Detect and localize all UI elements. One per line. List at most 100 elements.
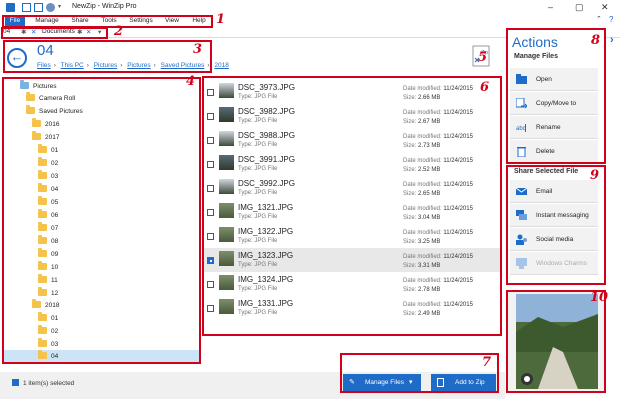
tree-item-2018-02[interactable]: 02 <box>38 325 58 337</box>
pin-tab-icon[interactable]: ✱ <box>77 28 82 36</box>
tree-item-2017-01[interactable]: 01 <box>38 144 58 156</box>
file-row-selected[interactable]: IMG_1323.JPG Type: JPG File Date modifie… <box>203 248 501 272</box>
tree-item-2017-06[interactable]: 06 <box>38 209 58 221</box>
customize-dropdown-icon[interactable]: ▾ <box>58 3 67 12</box>
file-size: Size: 3.25 MB <box>403 239 441 245</box>
file-checkbox[interactable] <box>207 161 214 168</box>
instant-messaging-button[interactable]: Instant messaging <box>510 204 598 227</box>
copy-move-button[interactable]: Copy/Move to <box>510 92 598 115</box>
file-row[interactable]: IMG_1321.JPG Type: JPG File Date modifie… <box>203 200 501 224</box>
tree-item-2017-02[interactable]: 02 <box>38 157 58 169</box>
save-icon[interactable] <box>22 3 31 12</box>
file-checkbox[interactable] <box>207 137 214 144</box>
delete-button[interactable]: Delete <box>510 140 598 163</box>
file-name: DSC_3991.JPG <box>238 155 295 164</box>
tree-item-2018-04[interactable]: 04 <box>3 350 200 362</box>
file-row[interactable]: IMG_1324.JPG Type: JPG File Date modifie… <box>203 272 501 296</box>
tree-item-2017-03[interactable]: 03 <box>38 170 58 182</box>
tree-item-2017-09[interactable]: 09 <box>38 248 58 260</box>
help-icon[interactable]: ? <box>609 15 613 24</box>
breadcrumb-item[interactable]: Saved Pictures <box>161 62 205 69</box>
ribbon-collapse-icon[interactable]: ⌃ <box>596 15 602 23</box>
breadcrumb-item[interactable]: Files <box>37 62 51 69</box>
file-checkbox-checked[interactable] <box>207 257 214 264</box>
menu-share[interactable]: Share <box>68 17 92 26</box>
close-tab-icon[interactable]: ✕ <box>31 28 36 36</box>
tab-dropdown-icon[interactable]: ▾ <box>98 28 101 36</box>
tree-item-2017-12[interactable]: 12 <box>38 287 58 299</box>
close-documents-tab-icon[interactable]: ✕ <box>86 28 91 36</box>
file-row[interactable]: IMG_1331.JPG Type: JPG File Date modifie… <box>203 296 501 320</box>
back-button[interactable]: ← <box>7 48 27 68</box>
tree-item-2017-11[interactable]: 11 <box>38 274 58 286</box>
tree-item-camera-roll[interactable]: Camera Roll <box>26 92 75 104</box>
folder-icon <box>26 92 35 101</box>
file-checkbox[interactable] <box>207 209 214 216</box>
folder-icon <box>32 299 41 308</box>
tree-item-2017-04[interactable]: 04 <box>38 183 58 195</box>
tree-item-pictures[interactable]: Pictures <box>20 80 56 92</box>
file-row[interactable]: IMG_1322.JPG Type: JPG File Date modifie… <box>203 224 501 248</box>
manage-files-dropdown-icon[interactable]: ▾ <box>409 378 413 386</box>
social-media-button[interactable]: Social media <box>510 228 598 251</box>
save-as-icon[interactable] <box>34 3 43 12</box>
pin-icon[interactable]: ✱ <box>21 28 26 36</box>
tree-item-2016[interactable]: 2016 <box>32 118 59 130</box>
file-name: IMG_1323.JPG <box>238 251 294 260</box>
tree-item-2018[interactable]: 2018 <box>32 299 59 311</box>
breadcrumb-item[interactable]: Pictures <box>94 62 117 69</box>
panel-collapse-chevron-icon[interactable]: › <box>610 34 614 46</box>
tab-documents[interactable]: Documents <box>42 28 75 35</box>
undo-icon[interactable] <box>46 3 55 12</box>
file-checkbox[interactable] <box>207 233 214 240</box>
file-name: DSC_3982.JPG <box>238 107 295 116</box>
file-modified: Date modified: 11/24/2015 <box>403 254 473 260</box>
file-row[interactable]: DSC_3988.JPG Type: JPG File Date modifie… <box>203 128 501 152</box>
open-button[interactable]: Open <box>510 68 598 91</box>
file-row[interactable]: DSC_3991.JPG Type: JPG File Date modifie… <box>203 152 501 176</box>
breadcrumb-item[interactable]: Pictures <box>127 62 150 69</box>
minimize-icon[interactable]: – <box>548 2 553 12</box>
file-size: Size: 2.78 MB <box>403 287 441 293</box>
tree-item-2017-07[interactable]: 07 <box>38 222 58 234</box>
tree-item-2018-01[interactable]: 01 <box>38 312 58 324</box>
tree-item-2017-10[interactable]: 10 <box>38 261 58 273</box>
email-button[interactable]: Email <box>510 180 598 203</box>
manage-files-button[interactable]: ✎ Manage Files ▾ <box>343 374 421 391</box>
close-icon[interactable]: ✕ <box>601 2 609 13</box>
breadcrumb-item[interactable]: This PC <box>61 62 84 69</box>
file-checkbox[interactable] <box>207 305 214 312</box>
folder-icon <box>26 105 35 114</box>
file-row[interactable]: DSC_3992.JPG Type: JPG File Date modifie… <box>203 176 501 200</box>
file-size: Size: 2.52 MB <box>403 167 441 173</box>
tree-item-saved-pictures[interactable]: Saved Pictures <box>26 105 83 117</box>
menu-file[interactable]: File <box>5 17 25 26</box>
tree-item-2017[interactable]: 2017 <box>32 131 59 143</box>
file-checkbox[interactable] <box>207 89 214 96</box>
file-checkbox[interactable] <box>207 185 214 192</box>
breadcrumb-item[interactable]: 2018 <box>214 62 228 69</box>
window-title: NewZip - WinZip Pro <box>72 3 137 10</box>
menu-help[interactable]: Help <box>188 17 210 26</box>
folder-icon <box>38 209 47 218</box>
menu-settings[interactable]: Settings <box>126 17 156 26</box>
file-thumbnail <box>219 299 234 314</box>
file-row[interactable]: DSC_3973.JPG Type: JPG File Date modifie… <box>203 80 501 104</box>
file-checkbox[interactable] <box>207 281 214 288</box>
menu-manage[interactable]: Manage <box>32 17 62 26</box>
tree-item-2018-03[interactable]: 03 <box>38 338 58 350</box>
rename-button[interactable]: abc Rename <box>510 116 598 139</box>
file-thumbnail <box>219 203 234 218</box>
folder-icon <box>38 144 47 153</box>
tree-item-2017-05[interactable]: 05 <box>38 196 58 208</box>
svg-text:abc: abc <box>516 126 526 132</box>
add-to-zip-button[interactable]: Add to Zip <box>431 374 496 391</box>
tree-item-2017-08[interactable]: 08 <box>38 235 58 247</box>
file-checkbox[interactable] <box>207 113 214 120</box>
file-row[interactable]: DSC_3982.JPG Type: JPG File Date modifie… <box>203 104 501 128</box>
breadcrumb-separator-icon: › <box>120 62 123 69</box>
file-type: Type: JPG File <box>238 142 278 148</box>
maximize-icon[interactable]: ▢ <box>575 2 584 13</box>
menu-view[interactable]: View <box>161 17 183 26</box>
file-size: Size: 2.67 MB <box>403 119 441 125</box>
